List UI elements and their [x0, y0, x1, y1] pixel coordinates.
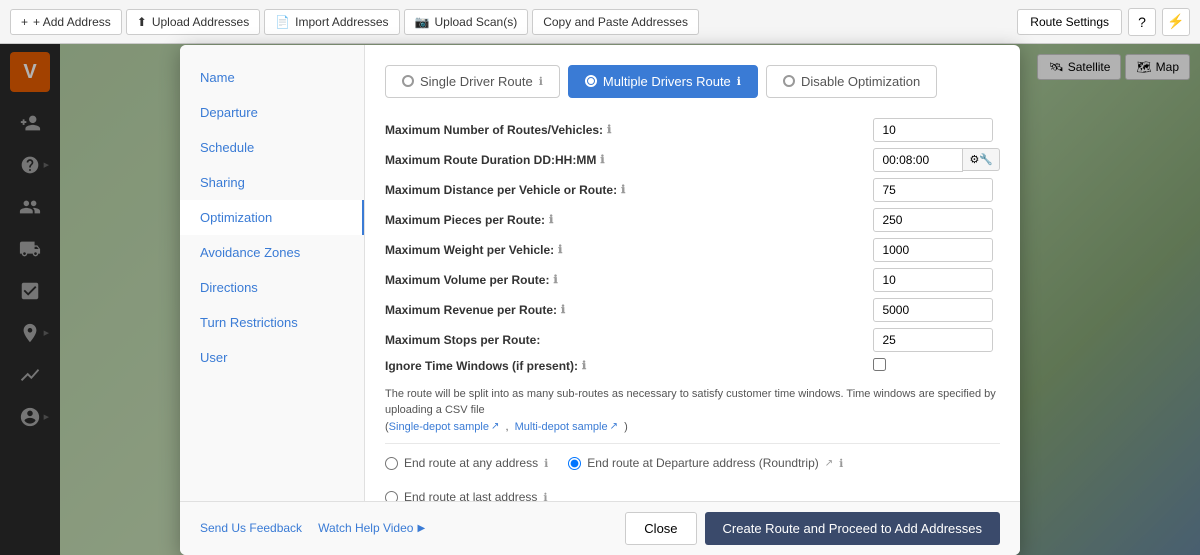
plus-icon: + — [21, 15, 28, 29]
max-weight-field — [873, 238, 1000, 262]
end-route-any-option[interactable]: End route at any address ℹ — [385, 456, 548, 470]
nav-item-optimization[interactable]: Optimization — [180, 200, 364, 235]
nav-item-schedule[interactable]: Schedule — [180, 130, 364, 165]
single-depot-link[interactable]: Single-depot sample ↗ — [389, 419, 500, 436]
multi-depot-link[interactable]: Multi-depot sample ↗ — [515, 419, 618, 436]
modal-overlay: Name Departure Schedule Sharing Optimiza… — [0, 44, 1200, 555]
max-stops-label: Maximum Stops per Route: — [385, 333, 865, 347]
nav-item-turn-restrictions[interactable]: Turn Restrictions — [180, 305, 364, 340]
max-weight-input[interactable] — [873, 238, 993, 262]
ignore-time-info-icon[interactable]: ℹ — [582, 359, 586, 372]
max-distance-field — [873, 178, 1000, 202]
modal-dialog: Name Departure Schedule Sharing Optimiza… — [180, 45, 1020, 555]
nav-item-name[interactable]: Name — [180, 60, 364, 95]
end-route-departure-icon: ↗ — [825, 458, 833, 469]
max-pieces-input[interactable] — [873, 208, 993, 232]
max-routes-info-icon[interactable]: ℹ — [607, 123, 611, 136]
max-duration-label: Maximum Route Duration DD:HH:MM ℹ — [385, 153, 865, 167]
optimization-form: Maximum Number of Routes/Vehicles: ℹ Max… — [385, 118, 1000, 374]
nav-item-user[interactable]: User — [180, 340, 364, 375]
single-driver-radio — [402, 75, 414, 87]
nav-item-directions[interactable]: Directions — [180, 270, 364, 305]
max-weight-info-icon[interactable]: ℹ — [558, 243, 562, 256]
end-route-any-radio[interactable] — [385, 457, 398, 470]
watch-video-link[interactable]: Watch Help Video ▶ — [318, 521, 425, 535]
video-link-icon: ▶ — [417, 523, 425, 534]
route-type-tabs: Single Driver Route ℹ Multiple Drivers R… — [385, 65, 1000, 98]
end-route-departure-option[interactable]: End route at Departure address (Roundtri… — [568, 456, 843, 470]
max-volume-info-icon[interactable]: ℹ — [553, 273, 557, 286]
end-route-last-info-icon: ℹ — [543, 491, 547, 501]
end-route-any-info-icon: ℹ — [544, 457, 548, 470]
disable-optimization-tab[interactable]: Disable Optimization — [766, 65, 937, 98]
max-revenue-input[interactable] — [873, 298, 993, 322]
duration-picker-button[interactable]: ⚙🔧 — [963, 148, 1000, 171]
max-volume-label: Maximum Volume per Route: ℹ — [385, 273, 865, 287]
modal-footer: Send Us Feedback Watch Help Video ▶ Clos… — [180, 501, 1020, 555]
multiple-drivers-tab[interactable]: Multiple Drivers Route ℹ — [568, 65, 758, 98]
max-pieces-info-icon[interactable]: ℹ — [549, 213, 553, 226]
max-duration-field: ⚙🔧 — [873, 148, 1000, 172]
end-route-last-option[interactable]: End route at last address ℹ — [385, 490, 548, 501]
max-routes-label: Maximum Number of Routes/Vehicles: ℹ — [385, 123, 865, 137]
modal-nav: Name Departure Schedule Sharing Optimiza… — [180, 45, 365, 501]
upload-icon: ⬆ — [137, 15, 147, 29]
footer-actions: Close Create Route and Proceed to Add Ad… — [625, 512, 1000, 545]
modal-body: Name Departure Schedule Sharing Optimiza… — [180, 45, 1020, 501]
footer-links: Send Us Feedback Watch Help Video ▶ — [200, 521, 425, 535]
upload-scans-button[interactable]: 📷 Upload Scan(s) — [404, 9, 529, 35]
max-distance-label: Maximum Distance per Vehicle or Route: ℹ — [385, 183, 865, 197]
max-volume-input[interactable] — [873, 268, 993, 292]
end-route-departure-info-icon: ℹ — [839, 457, 843, 470]
single-driver-info-icon: ℹ — [539, 75, 543, 88]
max-revenue-label: Maximum Revenue per Route: ℹ — [385, 303, 865, 317]
copy-paste-button[interactable]: Copy and Paste Addresses — [532, 9, 699, 35]
max-pieces-label: Maximum Pieces per Route: ℹ — [385, 213, 865, 227]
nav-item-departure[interactable]: Departure — [180, 95, 364, 130]
end-route-last-radio[interactable] — [385, 491, 398, 501]
max-stops-field — [873, 328, 1000, 352]
upload-addresses-button[interactable]: ⬆ Upload Addresses — [126, 9, 260, 35]
disable-opt-radio — [783, 75, 795, 87]
nav-item-sharing[interactable]: Sharing — [180, 165, 364, 200]
max-duration-input[interactable] — [873, 148, 963, 172]
toolbar-right: Route Settings ? ⚡ — [1017, 8, 1190, 36]
scan-icon: 📷 — [415, 15, 430, 29]
end-route-section: End route at any address ℹ End route at … — [385, 443, 1000, 501]
main-area: V 🛰 Satellite — [0, 44, 1200, 555]
create-route-button[interactable]: Create Route and Proceed to Add Addresse… — [705, 512, 1000, 545]
import-icon: 📄 — [275, 15, 290, 29]
ignore-time-field — [873, 358, 1000, 374]
max-volume-field — [873, 268, 1000, 292]
multiple-drivers-info-icon: ℹ — [737, 75, 741, 88]
external-link-icon2: ↗ — [610, 419, 618, 434]
max-routes-field — [873, 118, 1000, 142]
multiple-drivers-radio — [585, 75, 597, 87]
nav-item-avoidance[interactable]: Avoidance Zones — [180, 235, 364, 270]
help-icon-button[interactable]: ? — [1128, 8, 1156, 36]
external-link-icon: ↗ — [491, 419, 499, 434]
import-addresses-button[interactable]: 📄 Import Addresses — [264, 9, 399, 35]
close-button[interactable]: Close — [625, 512, 696, 545]
info-text-block: The route will be split into as many sub… — [385, 386, 1000, 436]
max-revenue-info-icon[interactable]: ℹ — [561, 303, 565, 316]
top-toolbar: + + Add Address ⬆ Upload Addresses 📄 Imp… — [0, 0, 1200, 44]
max-stops-input[interactable] — [873, 328, 993, 352]
lightning-icon-button[interactable]: ⚡ — [1162, 8, 1190, 36]
max-routes-input[interactable] — [873, 118, 993, 142]
ignore-time-checkbox[interactable] — [873, 358, 886, 371]
send-feedback-link[interactable]: Send Us Feedback — [200, 521, 302, 535]
max-distance-info-icon[interactable]: ℹ — [621, 183, 625, 196]
max-revenue-field — [873, 298, 1000, 322]
ignore-time-label: Ignore Time Windows (if present): ℹ — [385, 359, 865, 373]
route-settings-button[interactable]: Route Settings — [1017, 9, 1122, 35]
modal-content: Single Driver Route ℹ Multiple Drivers R… — [365, 45, 1020, 501]
max-duration-info-icon[interactable]: ℹ — [600, 153, 604, 166]
max-weight-label: Maximum Weight per Vehicle: ℹ — [385, 243, 865, 257]
max-pieces-field — [873, 208, 1000, 232]
add-address-button[interactable]: + + Add Address — [10, 9, 122, 35]
end-route-departure-radio[interactable] — [568, 457, 581, 470]
single-driver-tab[interactable]: Single Driver Route ℹ — [385, 65, 560, 98]
max-distance-input[interactable] — [873, 178, 993, 202]
